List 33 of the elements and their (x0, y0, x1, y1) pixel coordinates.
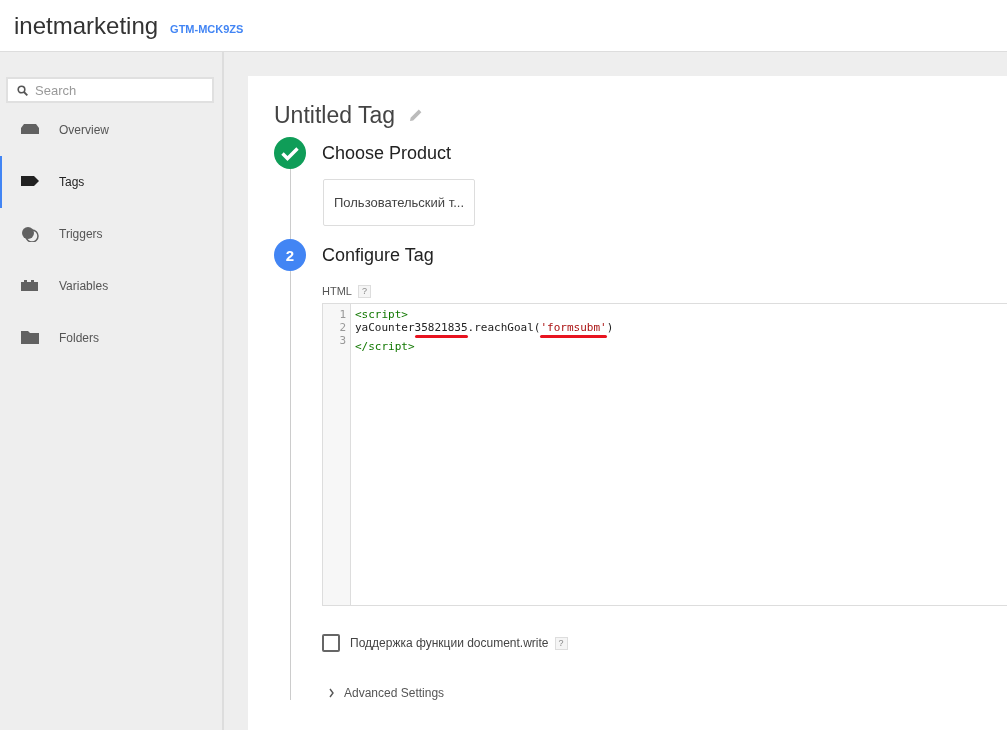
check-circle-icon (274, 137, 306, 169)
line-number: 1 (338, 308, 346, 321)
step-number: 2 (274, 239, 306, 271)
code-editor[interactable]: 1 2 3 <script> yaCounter35821835.reachGoal('formsubm') </script> (322, 303, 1007, 606)
checkbox[interactable] (322, 634, 340, 652)
underline-mark (414, 335, 468, 338)
container-title: inetmarketing (14, 11, 159, 40)
folder-icon (20, 330, 40, 346)
product-card[interactable]: Пользовательский т... (323, 179, 476, 226)
advanced-settings-toggle[interactable]: Advanced Settings (328, 686, 1007, 700)
nav-item[interactable]: Tags (0, 156, 222, 208)
circles-icon (20, 226, 40, 242)
step-title: Configure Tag (322, 244, 435, 267)
nav-item[interactable]: Folders (0, 312, 222, 364)
nav-item[interactable]: Overview (0, 104, 222, 156)
help-icon[interactable]: ? (554, 636, 568, 650)
tag-title: Untitled Tag (274, 101, 396, 129)
help-icon[interactable]: ? (357, 284, 371, 298)
code-line: </script> (355, 340, 416, 353)
line-number: 3 (338, 334, 346, 347)
nav-item[interactable]: Triggers (0, 208, 222, 260)
code-line: yaCounter35821835.reachGoal('formsubm') (355, 321, 614, 340)
step-title: Choose Product (322, 142, 453, 165)
nav-item[interactable]: Variables (0, 260, 222, 312)
container-id-link[interactable]: GTM-MCK9ZS (170, 22, 244, 35)
line-number: 2 (338, 321, 346, 334)
code-line: <script> (355, 308, 409, 321)
underline-mark (540, 335, 607, 338)
field-label: HTML (322, 285, 352, 297)
blocks-icon (20, 278, 40, 294)
search-field[interactable]: Search (6, 77, 214, 103)
checkbox-label: Поддержка функции document.write (350, 636, 549, 650)
search-icon (17, 85, 28, 96)
